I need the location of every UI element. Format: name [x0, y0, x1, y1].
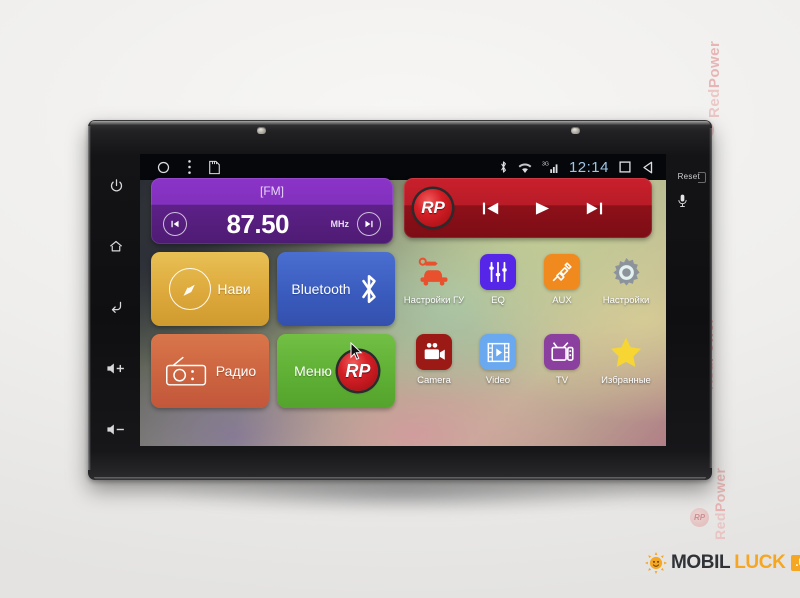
tile-navi[interactable]: Нави: [151, 252, 269, 326]
status-bar-clock: 12:14: [568, 158, 609, 176]
home-icon: [109, 240, 123, 251]
app-favorites[interactable]: Избранные: [594, 330, 658, 410]
aux-jack-icon: [544, 254, 580, 290]
android-status-bar: 3G 12:14: [140, 154, 666, 180]
car-head-unit: Reset 3G 12:14 [FM] 87.50 MHz RP Нави Bl…: [88, 120, 712, 480]
logo-mobil-text: MOBIL: [671, 552, 731, 573]
home-button[interactable]: [101, 233, 131, 259]
star-icon: [608, 334, 644, 370]
microphone-icon: [678, 194, 687, 207]
fm-band-label: [FM]: [260, 184, 284, 198]
mounting-screw-left: [257, 127, 266, 134]
app-video-label: Video: [485, 375, 511, 386]
touchscreen-display[interactable]: 3G 12:14 [FM] 87.50 MHz RP Нави Bluetoot…: [140, 154, 666, 446]
gear-icon: [608, 254, 644, 290]
volume-down-button[interactable]: [101, 416, 131, 442]
sun-icon: [645, 552, 667, 574]
rp-logo-icon: RP: [337, 351, 378, 391]
home-circle-icon[interactable]: [156, 160, 171, 175]
track-prev-icon: [482, 202, 499, 214]
player-play-button[interactable]: [534, 201, 551, 216]
app-icon-grid: Настройки ГУ EQ AUX Настройки Camera Vid…: [402, 250, 658, 410]
seek-next-icon: [365, 220, 373, 228]
fm-radio-panel[interactable]: [FM] 87.50 MHz: [151, 178, 393, 244]
tile-bluetooth-label: Bluetooth: [291, 281, 351, 297]
bluetooth-icon: [499, 160, 508, 174]
volume-down-icon: [107, 424, 124, 434]
app-aux[interactable]: AUX: [530, 250, 594, 330]
app-eq-label: EQ: [491, 295, 505, 306]
app-settings-label: Настройки: [602, 295, 650, 306]
tile-navi-label: Нави: [217, 281, 251, 297]
shortcut-tile-grid: Нави Bluetooth Радио Меню RP: [151, 252, 395, 408]
microphone-button[interactable]: [677, 194, 688, 213]
app-camera[interactable]: Camera: [402, 330, 466, 410]
logo-luck-text: LUCK: [734, 552, 786, 573]
app-unit-settings-label: Настройки ГУ: [403, 295, 465, 306]
svg-text:3G: 3G: [542, 162, 549, 168]
fm-frequency-value: 87.50: [226, 208, 290, 239]
fm-frequency-unit: MHz: [330, 219, 350, 229]
filmstrip-icon: [480, 334, 516, 370]
app-tv[interactable]: TV: [530, 330, 594, 410]
camcorder-icon: [416, 334, 452, 370]
watermark-redpower-1: RedPower: [706, 40, 723, 118]
power-button[interactable]: [101, 172, 131, 198]
back-triangle-icon[interactable]: [641, 160, 656, 175]
volume-up-icon: [107, 363, 124, 373]
bluetooth-icon: [361, 274, 376, 304]
app-aux-label: AUX: [552, 295, 572, 306]
volume-up-button[interactable]: [101, 355, 131, 381]
hardware-key-column: [94, 154, 138, 464]
seek-prev-icon: [171, 220, 179, 228]
fm-seek-prev-button[interactable]: [163, 212, 187, 236]
radio-icon: [165, 356, 206, 386]
tile-bluetooth[interactable]: Bluetooth: [277, 252, 395, 326]
track-next-icon: [586, 202, 603, 214]
power-icon: [110, 178, 122, 191]
app-tv-label: TV: [555, 375, 569, 386]
play-icon: [535, 201, 550, 215]
app-favorites-label: Избранные: [601, 375, 651, 386]
rp-logo-text: RP: [421, 198, 445, 217]
logo-tld-badge: .UA: [791, 555, 800, 571]
mounting-screw-right: [571, 127, 580, 134]
tile-radio[interactable]: Радио: [151, 334, 269, 408]
rp-logo-text: RP: [345, 360, 371, 381]
sd-card-icon[interactable]: [208, 160, 221, 175]
fm-seek-next-button[interactable]: [357, 212, 381, 236]
reset-label: Reset: [677, 172, 700, 181]
television-icon: [544, 334, 580, 370]
rp-logo-icon: RP: [414, 189, 452, 227]
mobilluck-logo: MOBIL LUCK .UA: [645, 552, 800, 574]
watermark-redpower-3: RedPower: [712, 467, 728, 540]
player-next-button[interactable]: [585, 201, 603, 216]
car-wrench-icon: [416, 254, 452, 290]
tile-menu[interactable]: Меню RP: [277, 334, 395, 408]
chassis-right-highlight: [709, 128, 712, 468]
chassis-bottom-highlight: [94, 477, 706, 480]
player-prev-button[interactable]: [482, 201, 500, 216]
back-arrow-icon: [111, 301, 121, 313]
overflow-menu-icon[interactable]: [187, 159, 192, 175]
signal-3g-icon: 3G: [542, 160, 560, 174]
wifi-icon: [517, 161, 533, 174]
back-button[interactable]: [101, 294, 131, 320]
recents-square-icon[interactable]: [618, 160, 632, 174]
equalizer-icon: [480, 254, 516, 290]
reset-pinhole[interactable]: [698, 172, 706, 183]
app-video[interactable]: Video: [466, 330, 530, 410]
tile-radio-label: Радио: [215, 363, 257, 379]
media-player-panel[interactable]: RP: [404, 178, 652, 238]
app-eq[interactable]: EQ: [466, 250, 530, 330]
chassis-top-highlight: [90, 121, 710, 125]
compass-icon: [169, 268, 212, 310]
app-camera-label: Camera: [417, 375, 451, 386]
watermark-rp-dot-3: RP: [690, 508, 709, 527]
app-unit-settings[interactable]: Настройки ГУ: [402, 250, 466, 330]
tile-menu-label: Меню: [294, 363, 332, 379]
chassis-left-highlight: [88, 126, 91, 470]
app-settings[interactable]: Настройки: [594, 250, 658, 330]
